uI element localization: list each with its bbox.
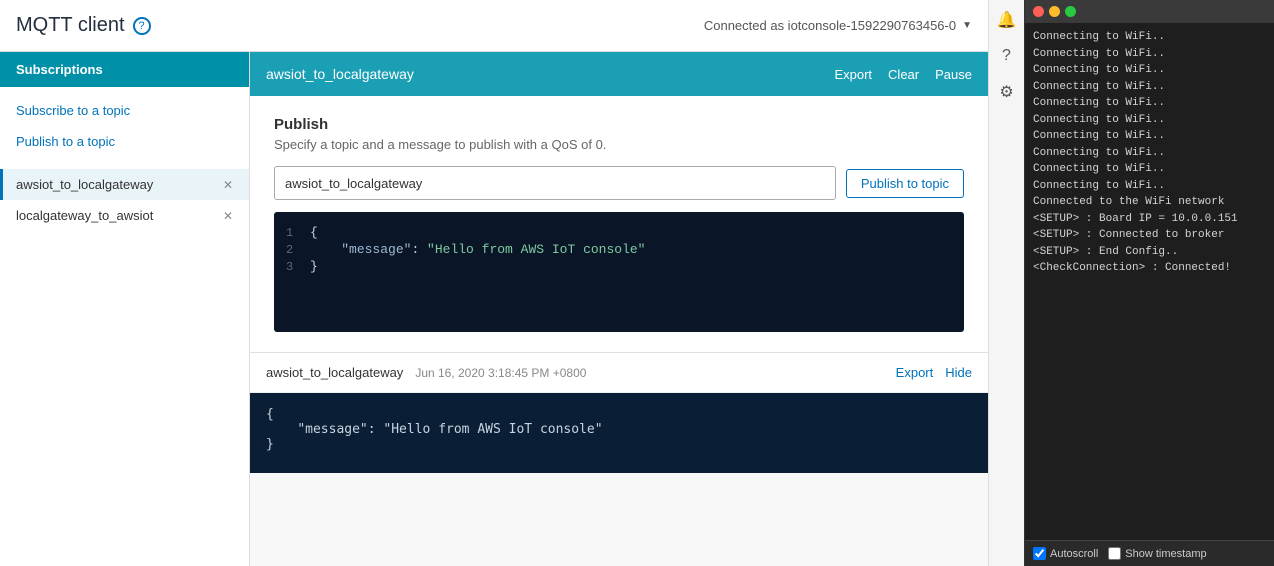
header: MQTT client ? Connected as iotconsole-15… <box>0 0 988 52</box>
terminal-line: <SETUP> : Board IP = 10.0.0.151 <box>1033 211 1266 228</box>
terminal-line: <SETUP> : End Config.. <box>1033 244 1266 261</box>
connection-info: Connected as iotconsole-1592290763456-0 … <box>704 18 972 33</box>
code-line: 3 } <box>274 258 964 275</box>
line-number: 3 <box>286 260 310 274</box>
publish-to-topic-button[interactable]: Publish to topic <box>846 169 964 198</box>
terminal-line: Connecting to WiFi.. <box>1033 95 1266 112</box>
topic-bar: awsiot_to_localgateway Export Clear Paus… <box>250 52 988 96</box>
message-hide-button[interactable]: Hide <box>945 365 972 380</box>
line-content: } <box>310 259 318 274</box>
message-export-button[interactable]: Export <box>896 365 934 380</box>
dot-yellow <box>1049 6 1060 17</box>
message-timestamp: Jun 16, 2020 3:18:45 PM +0800 <box>415 366 586 380</box>
content-layout: Subscriptions Subscribe to a topic Publi… <box>0 52 988 566</box>
message-header: awsiot_to_localgateway Jun 16, 2020 3:18… <box>250 353 988 393</box>
terminal-line: Connected to the WiFi network <box>1033 194 1266 211</box>
subscription-item-awsiot[interactable]: awsiot_to_localgateway ✕ <box>0 169 249 200</box>
line-number: 2 <box>286 243 310 257</box>
terminal-line: <CheckConnection> : Connected! <box>1033 260 1266 277</box>
terminal-line: Connecting to WiFi.. <box>1033 79 1266 96</box>
help-icon[interactable]: ? <box>995 44 1019 68</box>
sidebar: Subscriptions Subscribe to a topic Publi… <box>0 52 250 566</box>
pause-button[interactable]: Pause <box>935 67 972 82</box>
export-button[interactable]: Export <box>834 67 872 82</box>
topic-bar-name: awsiot_to_localgateway <box>266 66 834 82</box>
terminal-panel: Connecting to WiFi..Connecting to WiFi..… <box>1024 0 1274 566</box>
message-body: { "message": "Hello from AWS IoT console… <box>250 393 988 473</box>
topic-bar-actions: Export Clear Pause <box>834 67 972 82</box>
terminal-footer: Autoscroll Show timestamp <box>1025 540 1274 566</box>
terminal-titlebar <box>1025 0 1274 23</box>
subscription-item-localgateway[interactable]: localgateway_to_awsiot ✕ <box>0 200 249 231</box>
terminal-line: Connecting to WiFi.. <box>1033 112 1266 129</box>
terminal-line: Connecting to WiFi.. <box>1033 128 1266 145</box>
terminal-line: Connecting to WiFi.. <box>1033 62 1266 79</box>
subscription-label: awsiot_to_localgateway <box>16 177 219 192</box>
close-icon[interactable]: ✕ <box>223 209 233 223</box>
code-line: 2 "message": "Hello from AWS IoT console… <box>274 241 964 258</box>
line-content: "message": "Hello from AWS IoT console" <box>310 242 645 257</box>
sidebar-section-title: Subscriptions <box>0 52 249 87</box>
dot-red <box>1033 6 1044 17</box>
clear-button[interactable]: Clear <box>888 67 919 82</box>
show-timestamp-checkbox[interactable]: Show timestamp <box>1108 547 1206 560</box>
page-title: MQTT client ? <box>16 14 151 37</box>
terminal-line: Connecting to WiFi.. <box>1033 145 1266 162</box>
terminal-body[interactable]: Connecting to WiFi..Connecting to WiFi..… <box>1025 23 1274 540</box>
sidebar-item-subscribe[interactable]: Subscribe to a topic <box>0 95 249 126</box>
line-number: 1 <box>286 226 310 240</box>
dot-green <box>1065 6 1076 17</box>
sidebar-subscriptions: awsiot_to_localgateway ✕ localgateway_to… <box>0 165 249 235</box>
terminal-line: Connecting to WiFi.. <box>1033 46 1266 63</box>
autoscroll-label: Autoscroll <box>1050 548 1098 560</box>
message-topic: awsiot_to_localgateway <box>266 365 403 380</box>
sidebar-item-publish[interactable]: Publish to a topic <box>0 126 249 157</box>
terminal-line: Connecting to WiFi.. <box>1033 178 1266 195</box>
settings-icon[interactable]: ⚙ <box>995 80 1019 104</box>
publish-input-row: Publish to topic <box>274 166 964 200</box>
connection-label: Connected as iotconsole-1592290763456-0 <box>704 18 956 33</box>
publish-title: Publish <box>274 116 964 133</box>
terminal-line: Connecting to WiFi.. <box>1033 29 1266 46</box>
main-content: awsiot_to_localgateway Export Clear Paus… <box>250 52 988 566</box>
subscription-label: localgateway_to_awsiot <box>16 208 219 223</box>
code-line: 1 { <box>274 224 964 241</box>
topic-input[interactable] <box>274 166 836 200</box>
publish-description: Specify a topic and a message to publish… <box>274 137 964 152</box>
title-text: MQTT client <box>16 14 125 37</box>
show-timestamp-label: Show timestamp <box>1125 548 1206 560</box>
message-header-actions: Export Hide <box>896 365 972 380</box>
autoscroll-input[interactable] <box>1033 547 1046 560</box>
message-body-text: { "message": "Hello from AWS IoT console… <box>266 407 972 452</box>
close-icon[interactable]: ✕ <box>223 178 233 192</box>
help-icon[interactable]: ? <box>133 17 151 35</box>
code-editor[interactable]: 1 { 2 "message": "Hello from AWS IoT con… <box>274 212 964 332</box>
publish-section: Publish Specify a topic and a message to… <box>250 96 988 353</box>
line-content: { <box>310 225 318 240</box>
notification-icon[interactable]: 🔔 <box>995 8 1019 32</box>
terminal-line: Connecting to WiFi.. <box>1033 161 1266 178</box>
message-section: awsiot_to_localgateway Jun 16, 2020 3:18… <box>250 353 988 473</box>
sidebar-nav: Subscribe to a topic Publish to a topic <box>0 87 249 165</box>
side-icons: 🔔 ? ⚙ <box>988 0 1024 566</box>
show-timestamp-input[interactable] <box>1108 547 1121 560</box>
terminal-line: <SETUP> : Connected to broker <box>1033 227 1266 244</box>
autoscroll-checkbox[interactable]: Autoscroll <box>1033 547 1098 560</box>
chevron-down-icon[interactable]: ▼ <box>962 20 972 31</box>
